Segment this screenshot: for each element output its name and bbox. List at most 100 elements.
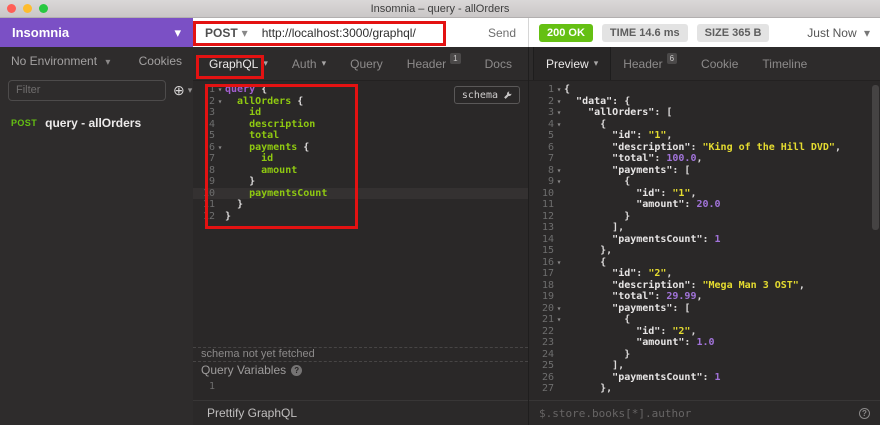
query-variables-editor[interactable]: 1: [193, 378, 528, 400]
code-line[interactable]: 8 ▾ "payments": [: [529, 165, 880, 177]
workspace-header[interactable]: Insomnia ▾: [0, 18, 193, 47]
fold-arrow-icon[interactable]: ▾: [554, 84, 564, 96]
send-button[interactable]: Send: [488, 26, 516, 40]
code-line[interactable]: 7 "total": 100.0,: [529, 153, 880, 165]
response-history-dropdown[interactable]: Just Now ▾: [807, 26, 870, 40]
code-line[interactable]: 11 "amount": 20.0: [529, 199, 880, 211]
tab-auth[interactable]: Auth ▾: [280, 47, 338, 80]
method-dropdown[interactable]: POST: [205, 26, 238, 40]
schema-status-text: schema not yet fetched: [193, 347, 528, 362]
cookies-button[interactable]: Cookies: [139, 54, 182, 68]
code-line[interactable]: 2 ▾ "data": {: [529, 96, 880, 108]
code-line[interactable]: 6 "description": "King of the Hill DVD",: [529, 142, 880, 154]
code-line[interactable]: 26 "paymentsCount": 1: [529, 372, 880, 384]
response-filter-input[interactable]: [539, 406, 859, 420]
status-badge: 200 OK: [539, 23, 593, 42]
code-line[interactable]: 8 amount: [193, 165, 528, 177]
code-line[interactable]: 4 ▾ {: [529, 119, 880, 131]
scrollbar-thumb[interactable]: [872, 85, 879, 230]
code-line[interactable]: 20 ▾ "payments": [: [529, 303, 880, 315]
environment-dropdown[interactable]: No Environment ▾: [11, 54, 110, 68]
close-window-button[interactable]: [7, 4, 16, 13]
code-line[interactable]: 12}: [193, 211, 528, 223]
tab-graphql[interactable]: GraphQL ▾: [197, 47, 280, 80]
tab-cookie[interactable]: Cookie: [689, 47, 750, 80]
code-line[interactable]: 9 ▾ {: [529, 176, 880, 188]
code-line[interactable]: 4 description: [193, 119, 528, 131]
plus-icon: ⊕: [173, 82, 185, 98]
code-line[interactable]: 5 "id": "1",: [529, 130, 880, 142]
code-line[interactable]: 22 "id": "2",: [529, 326, 880, 338]
code-line[interactable]: 11 }: [193, 199, 528, 211]
code-line[interactable]: 25 ],: [529, 360, 880, 372]
tab-timeline[interactable]: Timeline: [750, 47, 819, 80]
code-line[interactable]: 15 },: [529, 245, 880, 257]
code-line[interactable]: 23 "amount": 1.0: [529, 337, 880, 349]
sidebar: No Environment ▾ Cookies ⊕ ▾ POST query …: [0, 47, 193, 425]
sidebar-filter-input[interactable]: [8, 79, 166, 101]
code-line[interactable]: 7 id: [193, 153, 528, 165]
code-line[interactable]: 3 id: [193, 107, 528, 119]
request-url-bar: POST ▾ http://localhost:3000/graphql/ Se…: [193, 18, 528, 47]
chevron-down-icon: ▾: [321, 58, 327, 68]
code-line[interactable]: 10 "id": "1",: [529, 188, 880, 200]
zoom-window-button[interactable]: [39, 4, 48, 13]
fold-arrow-icon[interactable]: ▾: [554, 314, 564, 326]
code-line[interactable]: 27 },: [529, 383, 880, 395]
tab-header-request[interactable]: Header 1: [395, 47, 473, 80]
fold-arrow-icon[interactable]: ▾: [554, 257, 564, 269]
request-pane: GraphQL ▾ Auth ▾ Query Header 1 Docs sch…: [193, 47, 528, 425]
code-line[interactable]: 6 ▾ payments {: [193, 142, 528, 154]
schema-button[interactable]: schema: [453, 86, 520, 104]
tab-header-response[interactable]: Header 6: [611, 47, 689, 80]
code-line[interactable]: 21 ▾ {: [529, 314, 880, 326]
tab-docs[interactable]: Docs: [473, 47, 524, 80]
request-method-label: POST: [11, 118, 38, 128]
minimize-window-button[interactable]: [23, 4, 32, 13]
size-badge: SIZE 365 B: [696, 23, 770, 42]
prettify-graphql-button[interactable]: Prettify GraphQL: [193, 406, 297, 420]
code-line[interactable]: 10 paymentsCount: [193, 187, 528, 199]
fold-arrow-icon[interactable]: ▾: [554, 165, 564, 177]
code-line[interactable]: 17 "id": "2",: [529, 268, 880, 280]
fold-arrow-icon[interactable]: ▾: [554, 303, 564, 315]
tab-preview[interactable]: Preview ▾: [533, 47, 612, 80]
fold-arrow-icon[interactable]: ▾: [554, 119, 564, 131]
fold-arrow-icon[interactable]: ▾: [215, 84, 225, 96]
tab-query[interactable]: Query: [338, 47, 395, 80]
code-line[interactable]: 12 }: [529, 211, 880, 223]
code-line[interactable]: 3 ▾ "allOrders": [: [529, 107, 880, 119]
help-icon[interactable]: ?: [859, 407, 870, 419]
code-line[interactable]: 14 "paymentsCount": 1: [529, 234, 880, 246]
graphql-query-editor[interactable]: schema 1 ▾ query {2 ▾ allOrders {3 id 4 desc…: [193, 81, 528, 347]
fold-arrow-icon[interactable]: ▾: [554, 176, 564, 188]
response-json-viewer[interactable]: 1 ▾{2 ▾ "data": {3 ▾ "allOrders": [4 ▾ {5 "i…: [529, 81, 880, 400]
help-icon[interactable]: ?: [291, 364, 303, 376]
query-variables-label: Query Variables: [201, 363, 287, 377]
code-line[interactable]: 1 ▾{: [529, 84, 880, 96]
fold-arrow-icon[interactable]: ▾: [215, 142, 225, 154]
fold-arrow-icon[interactable]: ▾: [215, 96, 225, 108]
fold-arrow-icon[interactable]: ▾: [554, 107, 564, 119]
code-line[interactable]: 19 "total": 29.99,: [529, 291, 880, 303]
code-line[interactable]: 24 }: [529, 349, 880, 361]
code-line[interactable]: 16 ▾ {: [529, 257, 880, 269]
sidebar-request-item[interactable]: POST query - allOrders: [0, 112, 193, 134]
url-input[interactable]: http://localhost:3000/graphql/: [262, 26, 416, 40]
code-line[interactable]: 13 ],: [529, 222, 880, 234]
code-line[interactable]: 5 total: [193, 130, 528, 142]
create-request-button[interactable]: ⊕ ▾: [173, 83, 192, 97]
code-line[interactable]: 18 "description": "Mega Man 3 OST",: [529, 280, 880, 292]
fold-arrow-icon[interactable]: ▾: [554, 96, 564, 108]
code-line[interactable]: 9 }: [193, 176, 528, 188]
